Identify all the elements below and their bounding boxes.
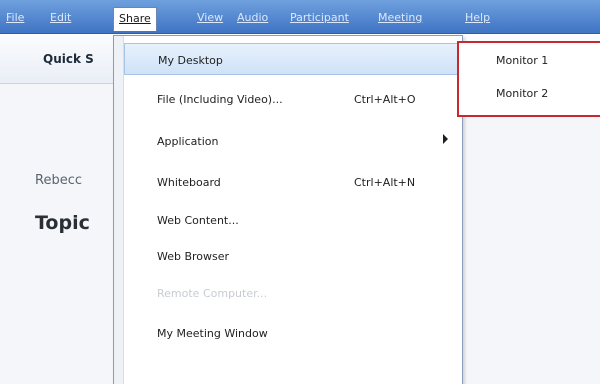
menu-bar: File Edit Share View Audio Participant M… [0, 0, 600, 34]
menu-item-monitor-1[interactable]: Monitor 1 [496, 54, 548, 67]
menu-item-file[interactable]: File (Including Video)... Ctrl+Alt+O [124, 83, 462, 115]
presenter-name: Rebecc [35, 173, 82, 188]
menu-item-shortcut: Ctrl+Alt+N [354, 176, 416, 189]
menu-view[interactable]: View [197, 9, 223, 27]
menu-item-label: Web Browser [157, 250, 230, 263]
share-dropdown-menu: My Desktop File (Including Video)... Ctr… [113, 35, 463, 384]
menu-item-shortcut: Ctrl+Alt+O [354, 93, 416, 106]
menu-item-label: Application [157, 135, 219, 148]
menu-meeting[interactable]: Meeting [378, 9, 422, 27]
menu-item-label: Remote Computer... [157, 287, 268, 300]
menu-item-label: Whiteboard [157, 176, 221, 189]
menu-gutter [114, 36, 124, 384]
menu-item-monitor-2[interactable]: Monitor 2 [496, 87, 548, 100]
menu-item-web-content[interactable]: Web Content... [124, 204, 462, 236]
menu-participant[interactable]: Participant [290, 9, 349, 27]
monitor-submenu: Monitor 1 Monitor 2 [457, 41, 600, 117]
menu-audio[interactable]: Audio [237, 9, 268, 27]
menu-file[interactable]: File [6, 9, 24, 27]
topic-heading: Topic [35, 212, 90, 234]
menu-item-label: My Meeting Window [157, 327, 268, 340]
menu-help[interactable]: Help [465, 9, 490, 27]
menu-item-my-desktop[interactable]: My Desktop [124, 43, 462, 75]
menu-item-label: File (Including Video)... [157, 93, 283, 106]
quick-start-tab[interactable]: Quick S [43, 52, 94, 66]
menu-item-label: My Desktop [158, 54, 223, 67]
menu-item-whiteboard[interactable]: Whiteboard Ctrl+Alt+N [124, 166, 462, 198]
submenu-arrow-icon [443, 134, 448, 144]
menu-item-application[interactable]: Application [124, 125, 462, 157]
menu-share[interactable]: Share [113, 7, 157, 31]
menu-item-label: Web Content... [157, 214, 239, 227]
menu-item-my-meeting-window[interactable]: My Meeting Window [124, 317, 462, 349]
menu-item-remote-computer: Remote Computer... [124, 277, 462, 309]
menu-item-web-browser[interactable]: Web Browser [124, 240, 462, 272]
menu-edit[interactable]: Edit [50, 9, 71, 27]
